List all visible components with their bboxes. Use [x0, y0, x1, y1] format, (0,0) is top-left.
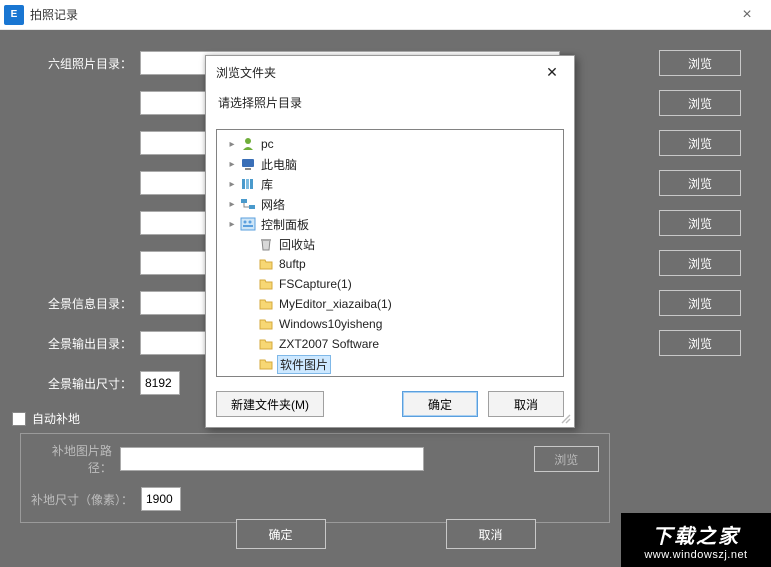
- tree-label: pc: [259, 137, 276, 151]
- tree-item[interactable]: 回收站: [219, 234, 561, 254]
- browse-button-2[interactable]: 浏览: [659, 90, 741, 116]
- label-ground-size: 补地尺寸（像素）：: [31, 491, 141, 508]
- expander-icon[interactable]: ▸: [225, 199, 239, 210]
- tree-label: Windows10yisheng: [277, 317, 384, 331]
- folder-icon: [257, 316, 275, 332]
- folder-icon: [257, 356, 275, 372]
- tree-label: 此电脑: [259, 156, 299, 173]
- label-six-group: 六组照片目录：: [30, 55, 140, 72]
- dialog-close-button[interactable]: ✕: [540, 60, 564, 84]
- input-ground-path[interactable]: [120, 447, 424, 471]
- tree-item[interactable]: FSCapture(1): [219, 274, 561, 294]
- tree-item[interactable]: ZXT2007 Software: [219, 334, 561, 354]
- tree-label: 网络: [259, 196, 287, 213]
- tree-item[interactable]: Windows10yisheng: [219, 314, 561, 334]
- tree-label: 回收站: [277, 236, 317, 253]
- browse-folder-dialog: 浏览文件夹 ✕ 请选择照片目录 ▸pc▸此电脑▸库▸网络▸控制面板回收站8uft…: [205, 55, 575, 428]
- main-cancel-button[interactable]: 取消: [446, 519, 536, 549]
- new-folder-button[interactable]: 新建文件夹(M): [216, 391, 324, 417]
- tree-label: ZXT2007 Software: [277, 337, 381, 351]
- tree-item[interactable]: 8uftp: [219, 254, 561, 274]
- bin-icon: [257, 236, 275, 252]
- main-ok-button[interactable]: 确定: [236, 519, 326, 549]
- net-icon: [239, 196, 257, 212]
- tree-label: 8uftp: [277, 257, 308, 271]
- expander-icon[interactable]: ▸: [225, 159, 239, 170]
- watermark: 下载之家 www.windowszj.net: [621, 513, 771, 567]
- browse-button-3[interactable]: 浏览: [659, 130, 741, 156]
- lib-icon: [239, 176, 257, 192]
- tree-label: 库: [259, 176, 275, 193]
- browse-button-ground[interactable]: 浏览: [534, 446, 599, 472]
- cp-icon: [239, 216, 257, 232]
- expander-icon[interactable]: ▸: [225, 219, 239, 230]
- resize-grip-icon[interactable]: [560, 413, 572, 425]
- expander-icon[interactable]: ▸: [225, 139, 239, 150]
- tree-label: MyEditor_xiazaiba(1): [277, 297, 394, 311]
- label-pano-out: 全景输出目录：: [30, 335, 140, 352]
- group-ground: 补地图片路径： 浏览 补地尺寸（像素）：: [20, 433, 610, 523]
- dialog-button-row: 新建文件夹(M) 确定 取消: [216, 391, 564, 417]
- label-auto-ground: 自动补地: [32, 410, 80, 427]
- folder-tree[interactable]: ▸pc▸此电脑▸库▸网络▸控制面板回收站8uftpFSCapture(1)MyE…: [216, 129, 564, 377]
- pc-icon: [239, 156, 257, 172]
- label-pano-size: 全景输出尺寸：: [30, 375, 140, 392]
- folder-icon: [257, 336, 275, 352]
- watermark-line2: www.windowszj.net: [644, 549, 747, 561]
- tree-item[interactable]: ▸ 控制面板: [219, 214, 561, 234]
- checkbox-auto-ground[interactable]: [12, 412, 26, 426]
- tree-label: 软件图片: [277, 355, 331, 374]
- browse-button-5[interactable]: 浏览: [659, 210, 741, 236]
- input-out-width[interactable]: [140, 371, 180, 395]
- dialog-instruction: 请选择照片目录: [216, 94, 564, 111]
- watermark-line1: 下载之家: [652, 520, 740, 549]
- folder-icon: [257, 296, 275, 312]
- browse-button-1[interactable]: 浏览: [659, 50, 741, 76]
- dialog-ok-button[interactable]: 确定: [402, 391, 478, 417]
- tree-item[interactable]: ▸ 此电脑: [219, 154, 561, 174]
- tree-item[interactable]: ▸ 网络: [219, 194, 561, 214]
- label-pano-info: 全景信息目录：: [30, 295, 140, 312]
- browse-button-pano-out[interactable]: 浏览: [659, 330, 741, 356]
- titlebar: E 拍照记录 ×: [0, 0, 771, 30]
- tree-label: 控制面板: [259, 216, 311, 233]
- app-icon: E: [4, 5, 24, 25]
- tree-label: FSCapture(1): [277, 277, 354, 291]
- expander-icon[interactable]: ▸: [225, 179, 239, 190]
- dialog-titlebar: 浏览文件夹 ✕: [206, 56, 574, 88]
- window-title: 拍照记录: [30, 6, 727, 23]
- folder-icon: [257, 256, 275, 272]
- input-ground-size[interactable]: [141, 487, 181, 511]
- folder-icon: [257, 276, 275, 292]
- browse-button-4[interactable]: 浏览: [659, 170, 741, 196]
- tree-item[interactable]: 软件图片: [219, 354, 561, 374]
- browse-button-6[interactable]: 浏览: [659, 250, 741, 276]
- dialog-cancel-button[interactable]: 取消: [488, 391, 564, 417]
- user-icon: [239, 136, 257, 152]
- dialog-title: 浏览文件夹: [216, 64, 540, 81]
- tree-item[interactable]: MyEditor_xiazaiba(1): [219, 294, 561, 314]
- tree-item[interactable]: ▸ pc: [219, 134, 561, 154]
- window-close-button[interactable]: ×: [727, 1, 767, 29]
- browse-button-pano-info[interactable]: 浏览: [659, 290, 741, 316]
- tree-item[interactable]: ▸库: [219, 174, 561, 194]
- label-ground-path: 补地图片路径：: [31, 442, 120, 476]
